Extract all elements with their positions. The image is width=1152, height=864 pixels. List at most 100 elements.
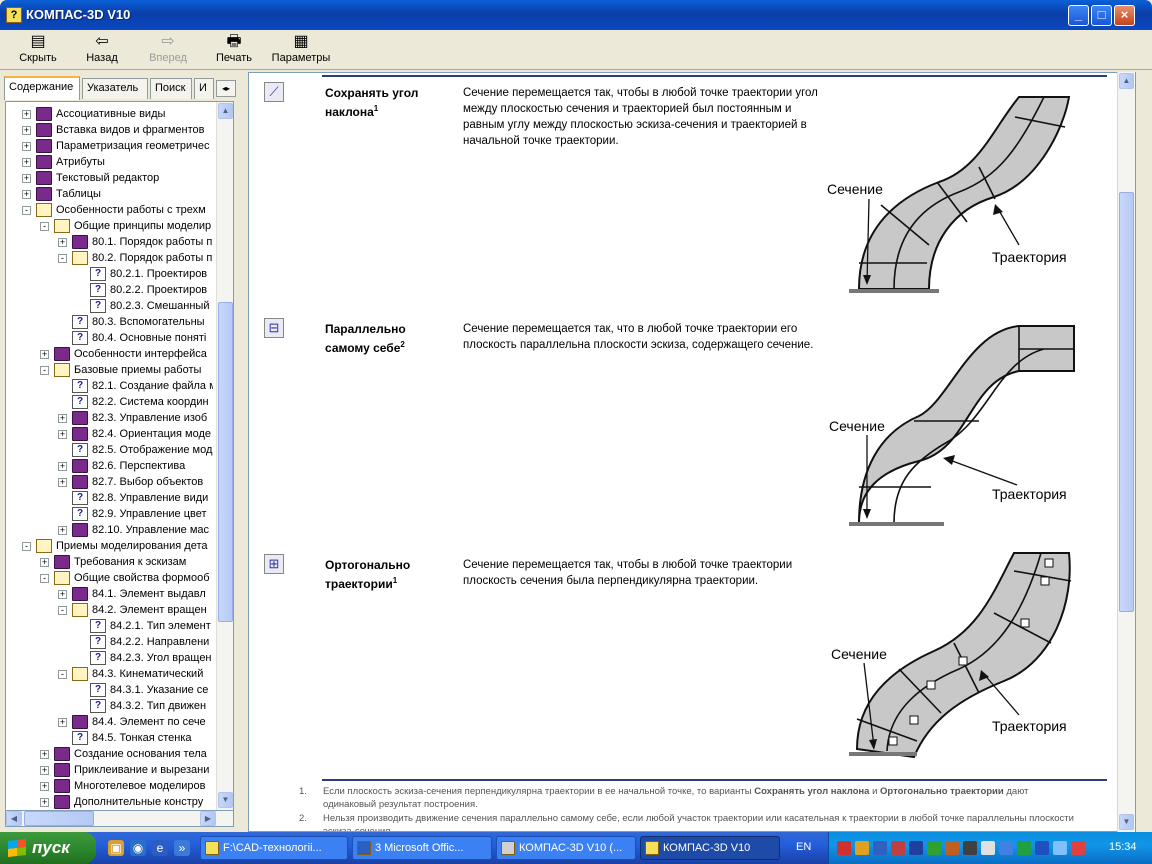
tree-item[interactable]: ? 80.4. Основные поняті: [6, 330, 213, 346]
tray-icon[interactable]: [891, 841, 905, 855]
expand-icon[interactable]: +: [58, 590, 67, 599]
tree-item[interactable]: +82.10. Управление мас: [6, 522, 213, 538]
tree-item[interactable]: + Атрибуты: [6, 154, 213, 170]
close-button[interactable]: ×: [1114, 5, 1135, 26]
tree-item[interactable]: ? 82.1. Создание файла м: [6, 378, 213, 394]
tree-item[interactable]: ? 82.2. Система координ: [6, 394, 213, 410]
tree-item[interactable]: + Параметризация геометричес: [6, 138, 213, 154]
tree-item[interactable]: ? 84.2.2. Направлени: [6, 634, 213, 650]
tree-horizontal-scrollbar[interactable]: ◀ ▶: [5, 810, 234, 827]
forward-button[interactable]: ⇨ Вперед: [146, 32, 190, 64]
tree-item[interactable]: +80.1. Порядок работы п: [6, 234, 213, 250]
taskbar-item-kompas[interactable]: КОМПАС-3D V10 (...: [496, 836, 636, 860]
expand-icon[interactable]: +: [58, 718, 67, 727]
tray-icon[interactable]: [963, 841, 977, 855]
content-scroll-thumb[interactable]: [1119, 192, 1134, 612]
tree-item[interactable]: ? 84.3.2. Тип движен: [6, 698, 213, 714]
tree-item[interactable]: + Ассоциативные виды: [6, 106, 213, 122]
expand-icon[interactable]: +: [58, 526, 67, 535]
scroll-down-icon[interactable]: ▼: [218, 792, 233, 808]
tab-search[interactable]: Поиск: [150, 78, 192, 99]
expand-icon[interactable]: +: [58, 478, 67, 487]
tree-item[interactable]: - Приемы моделирования дета: [6, 538, 213, 554]
tree-item[interactable]: - 84.2. Элемент вращен: [6, 602, 213, 618]
language-indicator[interactable]: EN: [796, 841, 811, 853]
taskbar-item-word[interactable]: 3 Microsoft Offic...: [352, 836, 492, 860]
tree-item[interactable]: +82.6. Перспектива: [6, 458, 213, 474]
ie-icon[interactable]: e: [152, 840, 168, 856]
collapse-icon[interactable]: -: [58, 254, 67, 263]
tree-vertical-scrollbar[interactable]: ▲ ▼: [216, 102, 233, 815]
hide-button[interactable]: ▤ Скрыть: [16, 32, 60, 64]
tree-item[interactable]: +82.7. Выбор объектов: [6, 474, 213, 490]
collapse-icon[interactable]: -: [58, 606, 67, 615]
collapse-icon[interactable]: -: [22, 542, 31, 551]
expand-icon[interactable]: +: [22, 158, 31, 167]
taskbar-item-explorer[interactable]: F:\CAD-технологіі...: [200, 836, 348, 860]
tree-item[interactable]: ? 80.2.1. Проектиров: [6, 266, 213, 282]
scroll-up-icon[interactable]: ▲: [218, 103, 233, 119]
tree-item[interactable]: ? 82.9. Управление цвет: [6, 506, 213, 522]
tree-item[interactable]: - Особенности работы с трехм: [6, 202, 213, 218]
tab-index[interactable]: Указатель: [82, 78, 148, 99]
expand-icon[interactable]: +: [40, 350, 49, 359]
tree-item[interactable]: ? 82.5. Отображение мод: [6, 442, 213, 458]
tree-item[interactable]: + Многотелевое моделиров: [6, 778, 213, 794]
tray-icon[interactable]: [945, 841, 959, 855]
collapse-icon[interactable]: -: [40, 574, 49, 583]
tray-icon[interactable]: [1017, 841, 1031, 855]
tree-item[interactable]: - Общие принципы моделир: [6, 218, 213, 234]
tray-icon[interactable]: [999, 841, 1013, 855]
expand-icon[interactable]: +: [22, 110, 31, 119]
tree-item[interactable]: - 84.3. Кинематический: [6, 666, 213, 682]
tab-scroll-arrows[interactable]: ◂▸: [216, 80, 236, 97]
quicklaunch-icon[interactable]: ▣: [108, 840, 124, 856]
tree-item[interactable]: + Таблицы: [6, 186, 213, 202]
tree-item[interactable]: +84.4. Элемент по сече: [6, 714, 213, 730]
expand-icon[interactable]: +: [40, 558, 49, 567]
tree-item[interactable]: + Создание основания тела: [6, 746, 213, 762]
expand-icon[interactable]: +: [58, 414, 67, 423]
scroll-left-icon[interactable]: ◀: [6, 811, 22, 826]
tree-item[interactable]: + Требования к эскизам: [6, 554, 213, 570]
expand-icon[interactable]: +: [22, 126, 31, 135]
tree-scroll-thumb[interactable]: [218, 302, 233, 622]
maximize-button[interactable]: □: [1091, 5, 1112, 26]
minimize-button[interactable]: _: [1068, 5, 1089, 26]
tree-item[interactable]: ? 80.2.2. Проектиров: [6, 282, 213, 298]
tree-item[interactable]: ? 80.3. Вспомогательны: [6, 314, 213, 330]
collapse-icon[interactable]: -: [22, 206, 31, 215]
back-button[interactable]: ⇦ Назад: [82, 32, 122, 64]
tree-item[interactable]: + Вставка видов и фрагментов: [6, 122, 213, 138]
tree-hscroll-thumb[interactable]: [24, 811, 94, 826]
collapse-icon[interactable]: -: [58, 670, 67, 679]
expand-icon[interactable]: +: [40, 782, 49, 791]
tree-item[interactable]: +84.1. Элемент выдавл: [6, 586, 213, 602]
tray-icon[interactable]: [909, 841, 923, 855]
options-button[interactable]: ▦ Параметры: [270, 32, 332, 64]
tree-item[interactable]: ? 82.8. Управление види: [6, 490, 213, 506]
expand-icon[interactable]: +: [58, 462, 67, 471]
quicklaunch-expand-icon[interactable]: »: [174, 840, 190, 856]
clock[interactable]: 15:34: [1109, 841, 1137, 853]
tray-icon[interactable]: [873, 841, 887, 855]
print-button[interactable]: 🖶 Печать: [214, 32, 254, 64]
expand-icon[interactable]: +: [58, 430, 67, 439]
tab-contents[interactable]: Содержание: [4, 76, 80, 100]
tree-item[interactable]: + Дополнительные констру: [6, 794, 213, 810]
speaker-icon[interactable]: [1053, 841, 1067, 855]
start-button[interactable]: пуск: [0, 832, 96, 864]
scroll-down-icon[interactable]: ▼: [1119, 814, 1134, 830]
tree-item[interactable]: +82.4. Ориентация моде: [6, 426, 213, 442]
tree-item[interactable]: ? 84.5. Тонкая стенка: [6, 730, 213, 746]
tree-item[interactable]: + Приклеивание и вырезани: [6, 762, 213, 778]
quicklaunch-icon[interactable]: ◉: [130, 840, 146, 856]
tray-icon[interactable]: [1071, 841, 1085, 855]
scroll-right-icon[interactable]: ▶: [200, 811, 216, 826]
tray-icon[interactable]: [981, 841, 995, 855]
tree-item[interactable]: + Текстовый редактор: [6, 170, 213, 186]
expand-icon[interactable]: +: [22, 190, 31, 199]
tree-item[interactable]: ? 80.2.3. Смешанный: [6, 298, 213, 314]
expand-icon[interactable]: +: [40, 750, 49, 759]
tree-item[interactable]: - 80.2. Порядок работы п: [6, 250, 213, 266]
